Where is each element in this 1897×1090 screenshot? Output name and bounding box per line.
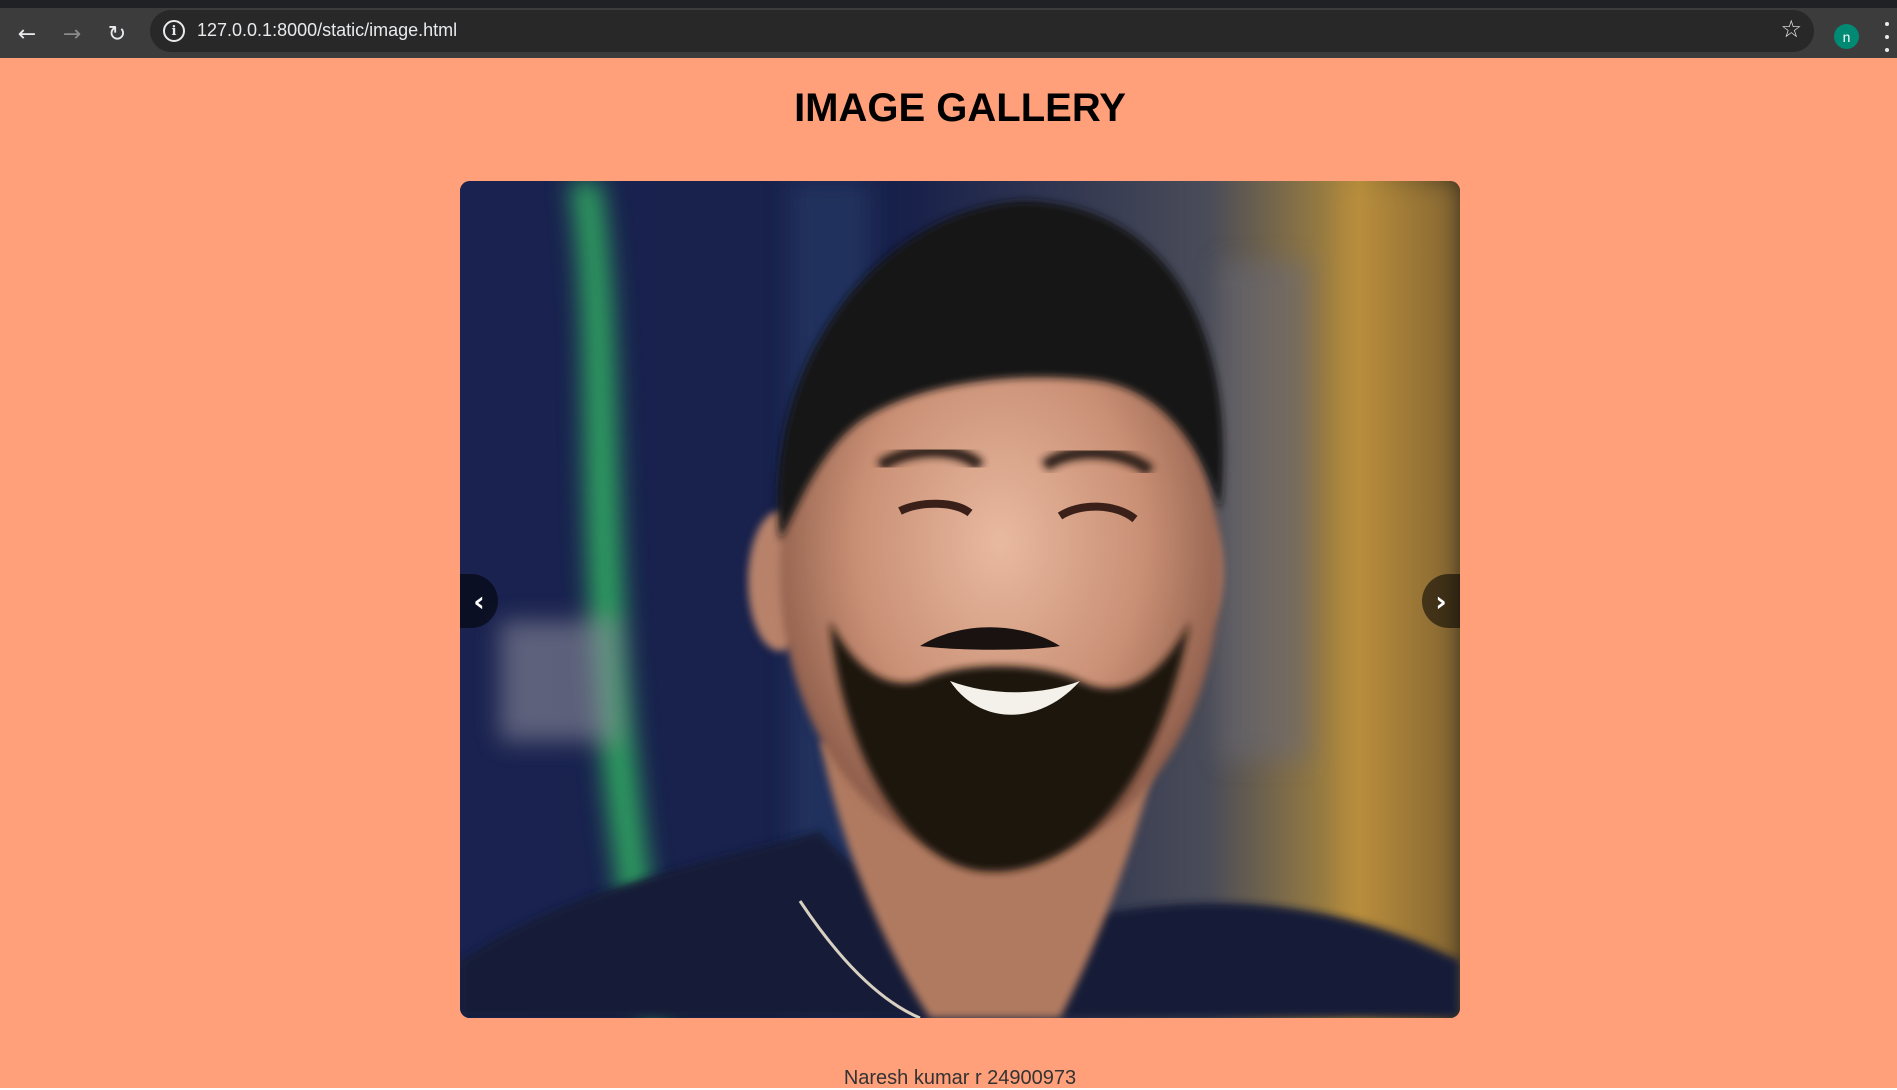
page-title: IMAGE GALLERY bbox=[794, 86, 1126, 130]
image-gallery: ‹ › bbox=[460, 181, 1460, 1018]
page-body: IMAGE GALLERY ‹ › Naresh kumar r 2490097… bbox=[0, 58, 1897, 1089]
browser-toolbar: ← → ↻ i 127.0.0.1:8000/static/image.html… bbox=[0, 0, 1897, 58]
url-text[interactable]: 127.0.0.1:8000/static/image.html bbox=[197, 20, 457, 41]
gallery-caption: Naresh kumar r 24900973 bbox=[843, 1067, 1077, 1089]
reload-icon[interactable]: ↻ bbox=[100, 17, 134, 51]
site-info-icon[interactable]: i bbox=[163, 20, 185, 42]
browser-menu-icon[interactable] bbox=[1884, 22, 1890, 52]
forward-icon[interactable]: → bbox=[55, 17, 89, 51]
back-icon[interactable]: ← bbox=[10, 17, 44, 51]
bookmark-star-icon[interactable]: ☆ bbox=[1780, 15, 1802, 43]
profile-avatar[interactable]: n bbox=[1834, 24, 1859, 49]
gallery-photo bbox=[460, 181, 1460, 1018]
address-bar[interactable]: i 127.0.0.1:8000/static/image.html ☆ bbox=[150, 10, 1814, 52]
